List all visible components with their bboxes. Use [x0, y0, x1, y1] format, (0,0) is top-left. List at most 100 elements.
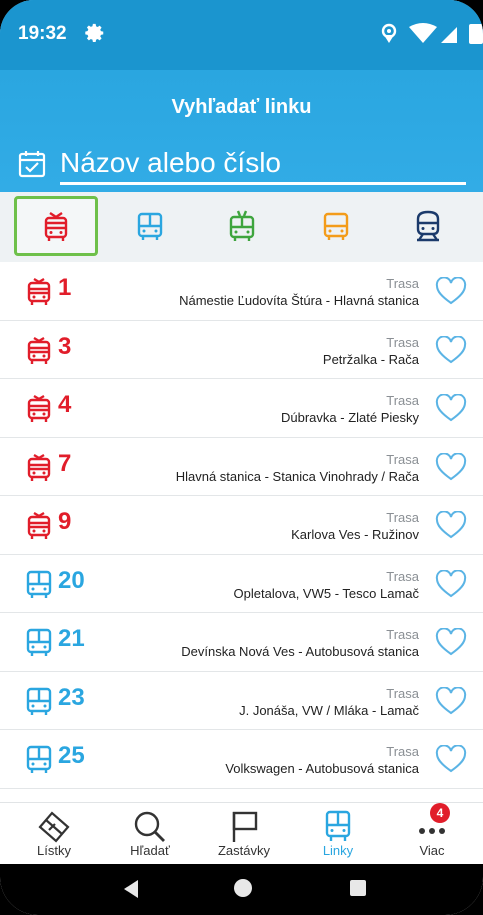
- tab-tram[interactable]: [14, 196, 98, 256]
- line-number: 3: [58, 332, 72, 360]
- route-label: Trasa: [386, 568, 419, 584]
- bus-icon: [26, 687, 52, 715]
- lines-list: 1 Trasa Námestie Ľudovíta Štúra - Hlavná…: [0, 262, 483, 802]
- line-number: 25: [58, 742, 85, 769]
- battery-icon: [469, 24, 483, 44]
- search-field[interactable]: Názov alebo číslo: [18, 144, 466, 186]
- tab-bus[interactable]: [108, 196, 192, 256]
- train-icon: [416, 210, 440, 242]
- trolleybus-icon: [229, 210, 255, 241]
- heart-icon[interactable]: [435, 745, 467, 773]
- notification-badge: 4: [430, 803, 450, 823]
- line-number: 7: [58, 449, 72, 477]
- route-label: Trasa: [386, 334, 419, 350]
- heart-icon[interactable]: [435, 628, 467, 656]
- gear-icon: [85, 23, 104, 42]
- location-icon: [381, 23, 397, 43]
- heart-icon[interactable]: [435, 335, 467, 364]
- list-item[interactable]: 7 Trasa Hlavná stanica - Stanica Vinohra…: [0, 438, 483, 496]
- nav-label: Lístky: [37, 843, 71, 858]
- route-label: Trasa: [386, 451, 419, 467]
- tram-icon: [27, 277, 51, 305]
- route-label: Trasa: [386, 685, 419, 701]
- recent-apps-icon[interactable]: [350, 880, 366, 896]
- list-item[interactable]: 4 Trasa Dúbravka - Zlaté Piesky: [0, 379, 483, 438]
- route-text: Devínska Nová Ves - Autobusová stanica: [181, 644, 419, 659]
- list-item[interactable]: 20 Trasa Opletalova, VW5 - Tesco Lamač: [0, 555, 483, 613]
- route-label: Trasa: [386, 276, 419, 291]
- line-number: 20: [58, 566, 85, 594]
- nav-tickets[interactable]: Lístky: [6, 803, 102, 865]
- status-bar: 19:32: [0, 0, 483, 70]
- wifi-icon: [409, 23, 437, 43]
- route-label: Trasa: [386, 744, 419, 759]
- flag-icon: [232, 811, 258, 842]
- heart-icon[interactable]: [435, 394, 467, 422]
- nav-label: Linky: [322, 843, 354, 858]
- route-text: Hlavná stanica - Stanica Vinohrady / Rač…: [175, 468, 419, 484]
- route-text: Námestie Ľudovíta Štúra - Hlavná stanica: [179, 293, 419, 308]
- line-number: 23: [58, 683, 85, 711]
- tram-icon: [27, 453, 51, 481]
- tab-trolleybus[interactable]: [200, 196, 284, 256]
- line-number: 4: [58, 391, 72, 418]
- route-label: Trasa: [386, 627, 419, 642]
- app-screen: 19:32 Vyhľadať linku Názov alebo číslo 1…: [0, 0, 483, 915]
- bus-icon: [325, 810, 351, 841]
- list-item[interactable]: 23 Trasa J. Jonáša, VW / Mláka - Lamač: [0, 672, 483, 730]
- nav-lines[interactable]: Linky: [290, 803, 386, 865]
- signal-icon: [441, 27, 457, 43]
- back-icon[interactable]: [122, 879, 140, 899]
- route-text: Petržalka - Rača: [322, 351, 419, 367]
- route-text: Dúbravka - Zlaté Piesky: [281, 410, 419, 425]
- list-item[interactable]: 1 Trasa Námestie Ľudovíta Štúra - Hlavná…: [0, 262, 483, 321]
- ticket-icon: [38, 811, 70, 843]
- search-underline: [60, 182, 466, 185]
- heart-icon[interactable]: [435, 452, 467, 481]
- list-item[interactable]: 25 Trasa Volkswagen - Autobusová stanica: [0, 730, 483, 789]
- nav-label: Zastávky: [217, 843, 270, 858]
- nav-stops[interactable]: Zastávky: [196, 803, 292, 865]
- route-text: Volkswagen - Autobusová stanica: [225, 761, 419, 776]
- list-item[interactable]: 3 Trasa Petržalka - Rača: [0, 321, 483, 379]
- nav-more[interactable]: 4 Viac: [384, 803, 480, 865]
- nav-label: Viac: [419, 843, 445, 858]
- heart-icon[interactable]: [435, 511, 467, 539]
- route-text: Karlova Ves - Ružinov: [291, 527, 419, 542]
- list-item[interactable]: 21 Trasa Devínska Nová Ves - Autobusová …: [0, 613, 483, 672]
- line-number: 1: [58, 274, 72, 301]
- tram-icon: [27, 336, 51, 364]
- line-number: 21: [58, 625, 85, 652]
- line-number: 9: [58, 508, 72, 535]
- home-icon[interactable]: [234, 879, 252, 897]
- heart-icon[interactable]: [435, 569, 467, 598]
- route-text: Opletalova, VW5 - Tesco Lamač: [233, 585, 419, 601]
- page-title: Vyhľadať linku: [171, 96, 312, 118]
- night-bus-icon: [323, 212, 349, 240]
- system-navigation-bar: [0, 864, 483, 915]
- route-label: Trasa: [386, 510, 419, 525]
- transport-type-tabs: [0, 192, 483, 262]
- nav-search[interactable]: Hľadať: [102, 803, 198, 865]
- bottom-navigation: Lístky Hľadať Zastávky Linky 4 Viac: [0, 802, 483, 865]
- tram-icon: [27, 394, 51, 422]
- bus-icon: [26, 570, 52, 598]
- bus-icon: [26, 628, 52, 656]
- heart-icon[interactable]: [435, 686, 467, 715]
- status-time: 19:32: [18, 23, 67, 44]
- status-icons: [381, 23, 483, 44]
- heart-icon[interactable]: [435, 277, 467, 305]
- bus-icon: [26, 745, 52, 773]
- search-icon: [134, 811, 165, 842]
- tram-icon: [27, 511, 51, 539]
- list-item[interactable]: 9 Trasa Karlova Ves - Ružinov: [0, 496, 483, 555]
- search-input[interactable]: Názov alebo číslo: [60, 146, 281, 180]
- route-text: J. Jonáša, VW / Mláka - Lamač: [239, 702, 419, 718]
- header: 19:32 Vyhľadať linku Názov alebo číslo: [0, 0, 483, 192]
- route-label: Trasa: [386, 393, 419, 408]
- calendar-check-icon: [18, 151, 46, 178]
- nav-label: Hľadať: [130, 843, 170, 858]
- tab-train[interactable]: [386, 196, 470, 256]
- tab-night-bus[interactable]: [294, 196, 378, 256]
- bus-icon: [137, 212, 163, 240]
